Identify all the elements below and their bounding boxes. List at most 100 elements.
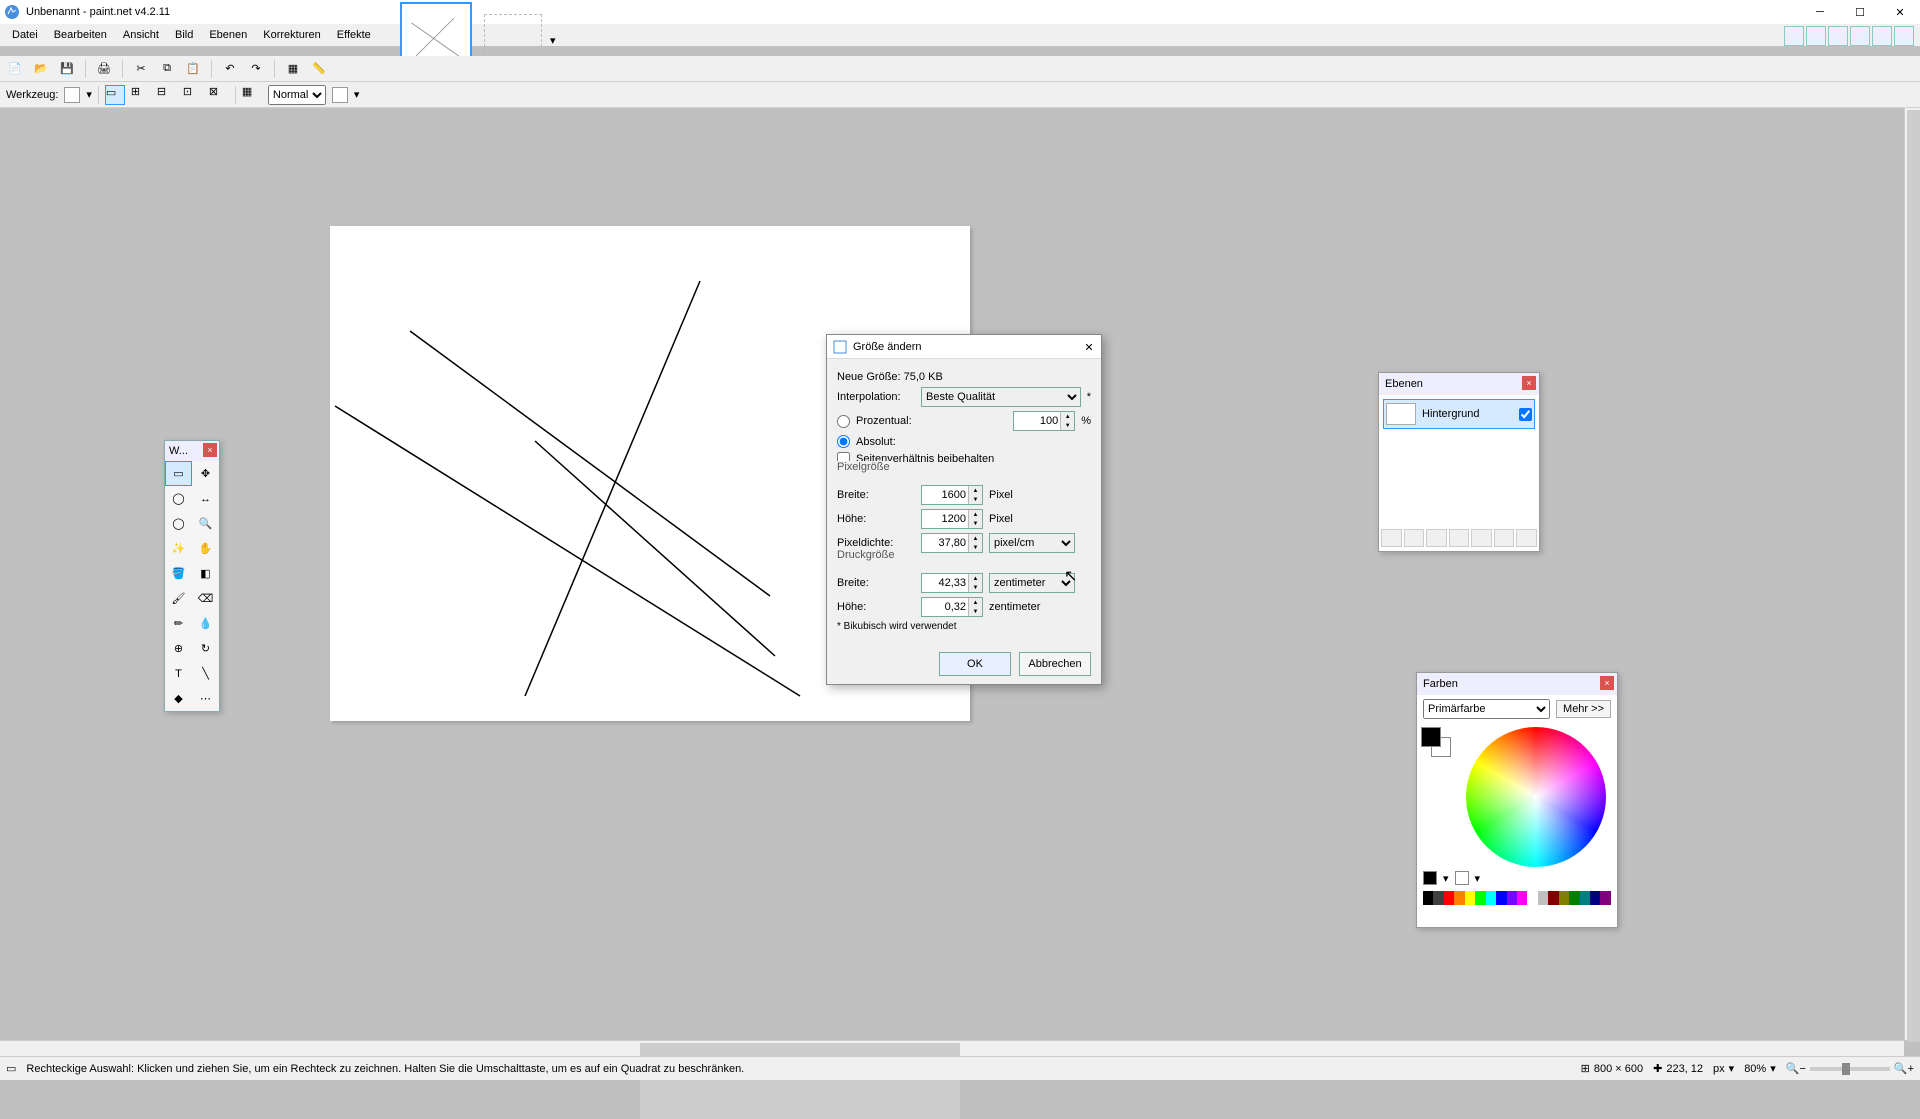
tool-shapes-icon[interactable]: ◆ [165, 686, 192, 711]
menu-ebenen[interactable]: Ebenen [201, 27, 255, 43]
palette-color[interactable] [1590, 891, 1600, 905]
flood-icon[interactable]: ▦ [242, 85, 262, 105]
sel-inv-icon[interactable]: ⊠ [209, 85, 229, 105]
palette-color[interactable] [1496, 891, 1506, 905]
menu-korrekturen[interactable]: Korrekturen [255, 27, 328, 43]
tool-dropdown-icon[interactable]: ▾ [86, 88, 92, 101]
palette-color[interactable] [1538, 891, 1548, 905]
menu-ansicht[interactable]: Ansicht [115, 27, 167, 43]
palette-color[interactable] [1486, 891, 1496, 905]
open-icon[interactable]: 📂 [30, 58, 52, 80]
status-unit[interactable]: px [1713, 1063, 1725, 1075]
palette-color[interactable] [1423, 891, 1433, 905]
palette-color[interactable] [1475, 891, 1485, 905]
tool-eraser-icon[interactable]: ⌫ [192, 586, 219, 611]
dialog-header[interactable]: Größe ändern ✕ [827, 335, 1101, 359]
tool-picker-icon[interactable]: 💧 [192, 611, 219, 636]
tools-close-icon[interactable]: × [203, 443, 217, 457]
foreground-swatch[interactable] [1421, 727, 1441, 747]
tool-fill-icon[interactable]: 🪣 [165, 561, 192, 586]
tool-move-icon[interactable]: ✥ [192, 461, 219, 486]
zoom-in-icon[interactable]: 🔍+ [1894, 1062, 1914, 1075]
tool-clone-icon[interactable]: ⊕ [165, 636, 192, 661]
pixel-width-input[interactable]: ▲▼ [921, 485, 983, 505]
menu-datei[interactable]: Datei [4, 27, 46, 43]
sel-int-icon[interactable]: ⊡ [183, 85, 203, 105]
layer-down-icon[interactable] [1494, 529, 1515, 547]
redo-icon[interactable]: ↷ [245, 58, 267, 80]
tool-brush-icon[interactable]: 🖌 [165, 586, 192, 611]
layer-row[interactable]: Hintergrund [1383, 399, 1535, 429]
tool-text-icon[interactable]: T [165, 661, 192, 686]
palette-color[interactable] [1465, 891, 1475, 905]
palette-color[interactable] [1527, 891, 1537, 905]
color-wheel[interactable] [1466, 727, 1606, 867]
toggle-tools-icon[interactable] [1784, 26, 1804, 46]
close-button[interactable]: ✕ [1880, 0, 1920, 24]
undo-icon[interactable]: ↶ [219, 58, 241, 80]
color-palette[interactable] [1423, 891, 1611, 905]
new-icon[interactable]: 📄 [4, 58, 26, 80]
tool-lasso-icon[interactable]: ◯ [165, 486, 192, 511]
paste-icon[interactable]: 📋 [182, 58, 204, 80]
zoom-out-icon[interactable]: 🔍− [1786, 1062, 1806, 1075]
interpolation-select[interactable]: Beste Qualität [921, 387, 1081, 407]
palette-color[interactable] [1433, 891, 1443, 905]
save-icon[interactable]: 💾 [56, 58, 78, 80]
layer-del-icon[interactable] [1404, 529, 1425, 547]
color-mode-select[interactable]: Primärfarbe [1423, 699, 1550, 719]
tool-more-icon[interactable]: ⋯ [192, 686, 219, 711]
layer-props-icon[interactable] [1516, 529, 1537, 547]
toggle-history-icon[interactable] [1806, 26, 1826, 46]
tool-pan-icon[interactable]: ✋ [192, 536, 219, 561]
ruler-icon[interactable]: 📏 [308, 58, 330, 80]
palette-color[interactable] [1548, 891, 1558, 905]
color-swatches[interactable] [1421, 727, 1451, 757]
blend-mode-select[interactable]: Normal [268, 85, 326, 105]
sel-add-icon[interactable]: ⊞ [131, 85, 151, 105]
layer-up-icon[interactable] [1471, 529, 1492, 547]
dialog-close-icon[interactable]: ✕ [1081, 339, 1097, 355]
settings-icon[interactable] [1872, 26, 1892, 46]
layer-merge-icon[interactable] [1449, 529, 1470, 547]
tool-recolor-icon[interactable]: ↻ [192, 636, 219, 661]
palette-color[interactable] [1600, 891, 1610, 905]
colors-more-button[interactable]: Mehr >> [1556, 700, 1611, 718]
palette-color[interactable] [1444, 891, 1454, 905]
sel-rect-icon[interactable]: ▭ [105, 85, 125, 105]
toggle-layers-icon[interactable] [1828, 26, 1848, 46]
fill-swatch[interactable] [332, 87, 348, 103]
toggle-colors-icon[interactable] [1850, 26, 1870, 46]
zoom-slider[interactable] [1810, 1067, 1890, 1071]
vertical-scrollbar[interactable] [1904, 108, 1920, 1040]
palette-color[interactable] [1569, 891, 1579, 905]
layers-header[interactable]: Ebenen × [1379, 373, 1539, 395]
density-unit-select[interactable]: pixel/cm [989, 533, 1075, 553]
menu-effekte[interactable]: Effekte [329, 27, 379, 43]
fill-dropdown-icon[interactable]: ▾ [354, 88, 360, 101]
density-input[interactable]: ▲▼ [921, 533, 983, 553]
ok-button[interactable]: OK [939, 652, 1011, 676]
palette-color[interactable] [1507, 891, 1517, 905]
layer-visible-checkbox[interactable] [1519, 408, 1532, 421]
palette-bg-icon[interactable] [1455, 871, 1469, 885]
status-zoom[interactable]: 80% [1744, 1063, 1766, 1075]
tool-ellipse-sel-icon[interactable]: ◯ [165, 511, 192, 536]
percent-input[interactable]: ▲▼ [1013, 411, 1075, 431]
minimize-button[interactable]: ─ [1800, 0, 1840, 24]
layer-dup-icon[interactable] [1426, 529, 1447, 547]
copy-icon[interactable]: ⧉ [156, 58, 178, 80]
tool-gradient-icon[interactable]: ◧ [192, 561, 219, 586]
tool-rect-select-icon[interactable]: ▭ [165, 461, 192, 486]
help-icon[interactable] [1894, 26, 1914, 46]
colors-close-icon[interactable]: × [1600, 676, 1614, 690]
tool-wand-icon[interactable]: ✨ [165, 536, 192, 561]
layer-add-icon[interactable] [1381, 529, 1402, 547]
tool-zoom-icon[interactable]: 🔍 [192, 511, 219, 536]
palette-fg-icon[interactable] [1423, 871, 1437, 885]
cut-icon[interactable]: ✂ [130, 58, 152, 80]
tools-header[interactable]: W... × [165, 441, 219, 461]
menu-bild[interactable]: Bild [167, 27, 201, 43]
tool-pencil-icon[interactable]: ✏ [165, 611, 192, 636]
maximize-button[interactable]: ☐ [1840, 0, 1880, 24]
